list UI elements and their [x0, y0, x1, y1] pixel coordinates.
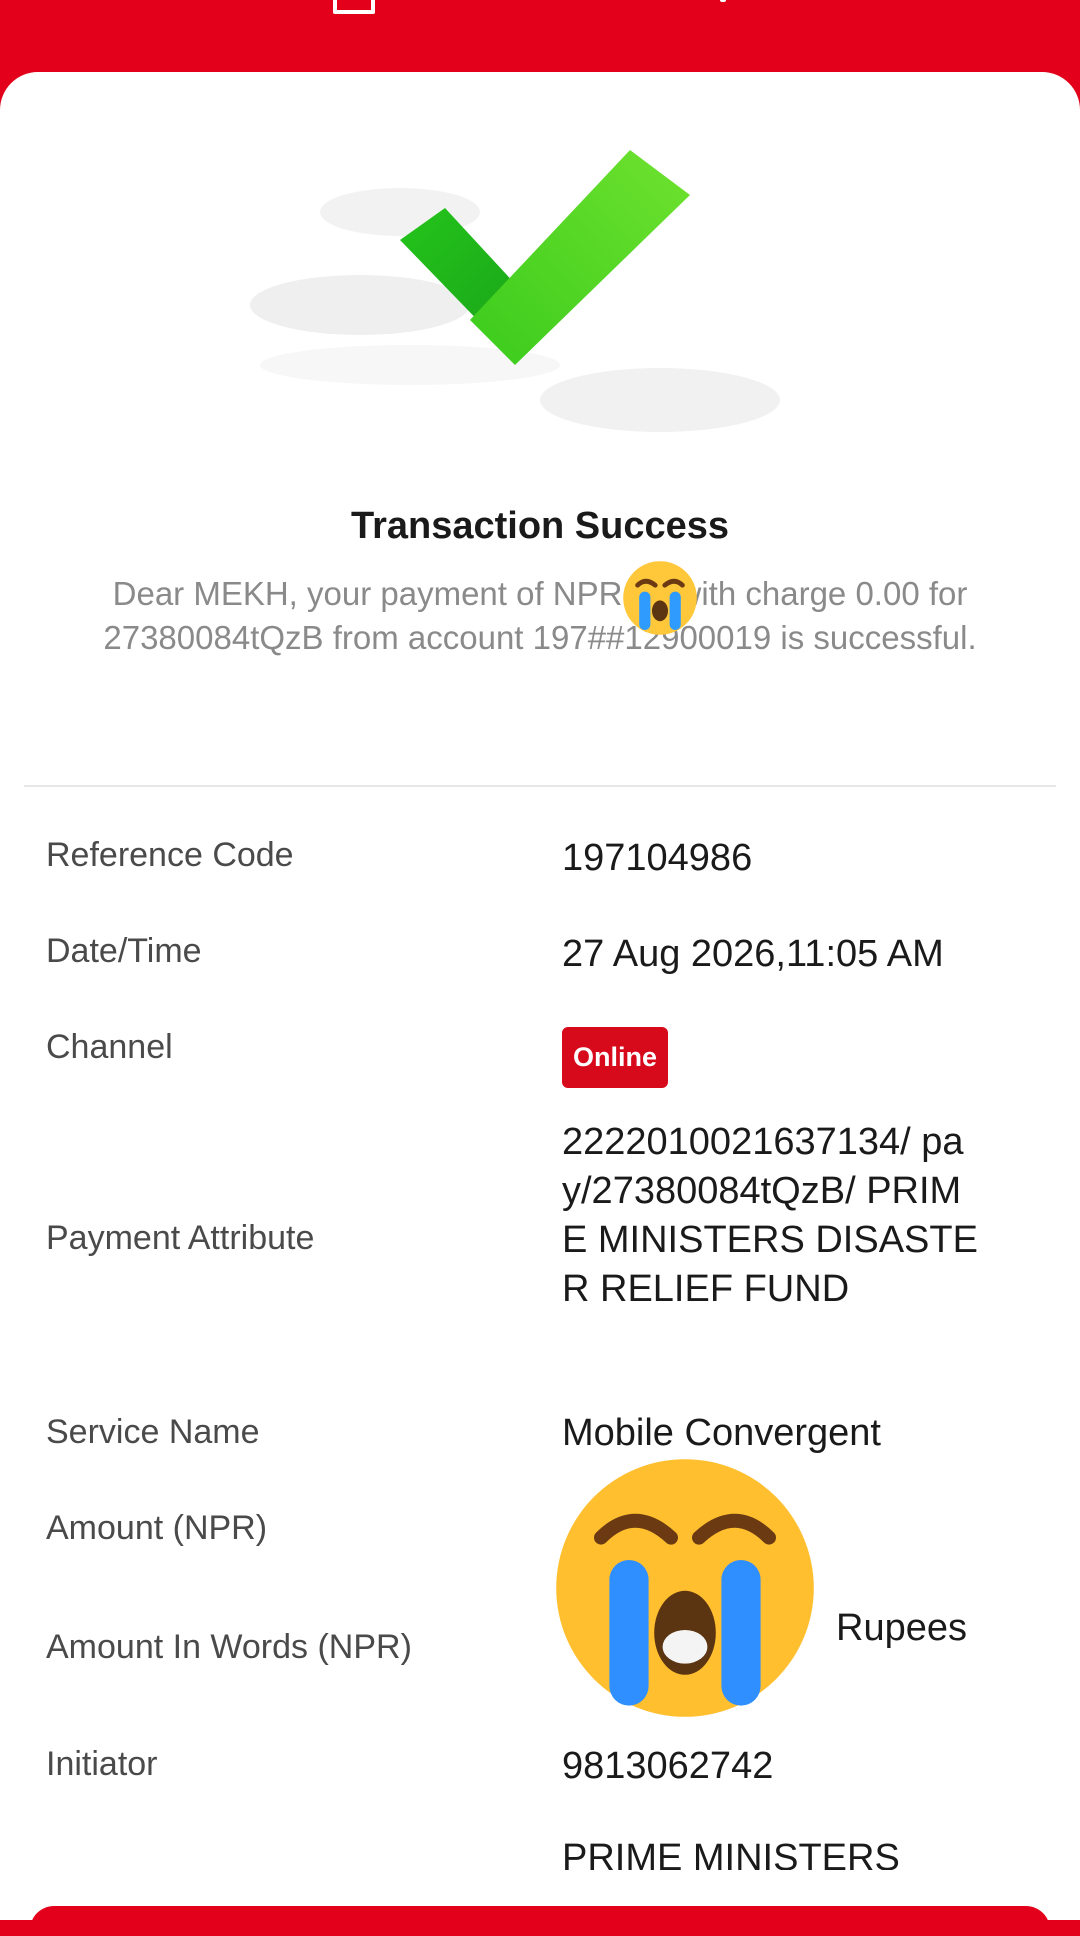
date-time-label: Date/Time	[46, 932, 202, 970]
header-glyph	[720, 0, 726, 2]
initiator-label: Initiator	[46, 1745, 158, 1783]
payment-attribute-value: 2222010021637134/ pay/27380084tQzB/ PRIM…	[562, 1121, 978, 1310]
header-icon[interactable]	[333, 0, 375, 14]
section-divider	[24, 785, 1056, 787]
crying-face-overlay-icon	[556, 1459, 814, 1717]
bottom-action-bar[interactable]	[30, 1906, 1050, 1936]
transaction-message: Dear MEKH, your payment of NPR 00 with c…	[103, 575, 977, 656]
amount-label: Amount (NPR)	[46, 1509, 268, 1547]
payment-attribute-label: Payment Attribute	[46, 1219, 315, 1257]
crying-face-small-icon	[623, 561, 697, 635]
transaction-title: Transaction Success	[350, 505, 730, 547]
success-illustration	[230, 150, 850, 470]
service-name-label: Service Name	[46, 1413, 260, 1451]
initiator-value: 9813062742	[562, 1745, 774, 1787]
channel-label: Channel	[46, 1028, 173, 1066]
amount-words-label: Amount In Words (NPR)	[46, 1628, 412, 1666]
channel-badge: Online	[562, 1027, 669, 1088]
channel-value: Online	[562, 1027, 1022, 1088]
date-time-value: 27 Aug 2026,11:05 AM	[562, 933, 944, 975]
reference-code-label: Reference Code	[46, 836, 294, 874]
checkmark-icon	[250, 150, 780, 432]
reference-code-value: 197104986	[562, 837, 753, 879]
amount-words-value: Rupees	[836, 1607, 967, 1649]
